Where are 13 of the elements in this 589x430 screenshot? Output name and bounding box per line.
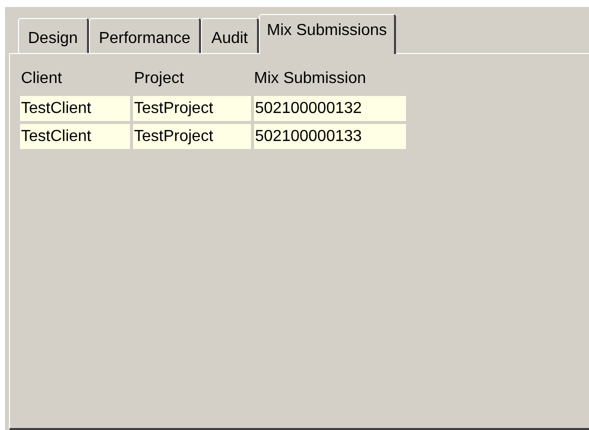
tab[interactable]: Audit (201, 18, 259, 53)
table-cell: TestProject (133, 96, 251, 121)
table-cell: TestClient (20, 96, 130, 121)
column-header: Client (20, 69, 63, 89)
table-cell: TestClient (20, 124, 130, 149)
table-cell: TestProject (133, 124, 251, 149)
table-cell: 502100000132 (254, 96, 406, 121)
tab[interactable]: Mix Submissions (258, 14, 396, 54)
column-header: Mix Submission (253, 69, 368, 89)
column-header: Project (133, 69, 185, 89)
tab[interactable]: Performance (88, 18, 202, 53)
table-cell: 502100000133 (254, 124, 406, 149)
tab[interactable]: Design (18, 18, 89, 53)
